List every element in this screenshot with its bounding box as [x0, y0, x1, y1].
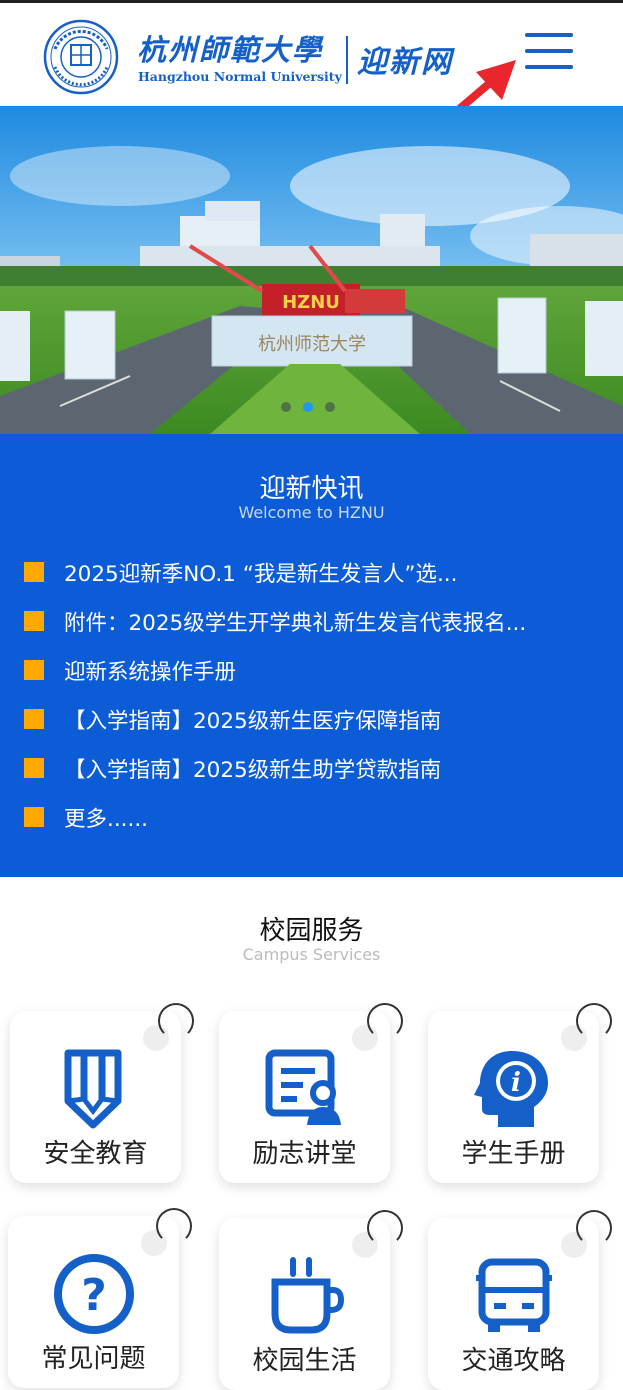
gate-stone-text: 杭州师范大学: [258, 334, 366, 355]
campus-gate-photo: HZNU 杭州师范大学: [0, 106, 623, 434]
bus-icon: [475, 1258, 552, 1332]
news-item[interactable]: 附件：2025级学生开学典礼新生发言代表报名...: [24, 602, 604, 642]
corner-ring-icon: [158, 1003, 194, 1039]
university-seal-logo[interactable]: [43, 19, 119, 95]
news-item[interactable]: 【入学指南】2025级新生医疗保障指南: [24, 700, 604, 740]
service-card-transport[interactable]: 交通攻略: [428, 1210, 612, 1390]
news-item-text[interactable]: 【入学指南】2025级新生医疗保障指南: [64, 704, 441, 735]
news-item[interactable]: 迎新系统操作手册: [24, 651, 604, 691]
news-item-text[interactable]: 附件：2025级学生开学典礼新生发言代表报名...: [64, 606, 526, 637]
service-card-label: 交通攻略: [461, 1346, 566, 1376]
service-card-label: 校园生活: [252, 1346, 357, 1376]
info-head-icon: i: [473, 1051, 548, 1127]
carousel-dot[interactable]: [325, 402, 335, 412]
corner-ring-icon: [156, 1208, 192, 1244]
service-card-campus-life[interactable]: 校园生活: [219, 1210, 403, 1390]
news-item-text[interactable]: 迎新系统操作手册: [64, 655, 236, 686]
news-item[interactable]: 2025迎新季NO.1 “我是新生发言人”选...: [24, 553, 604, 593]
corner-ring-icon: [367, 1003, 403, 1039]
lecture-document-icon: [265, 1049, 341, 1125]
corner-ring-icon: [576, 1210, 612, 1246]
bullet-square-icon: [24, 562, 44, 582]
news-section: 迎新快讯 Welcome to HZNU 2025迎新季NO.1 “我是新生发言…: [0, 434, 623, 877]
news-item-text[interactable]: 2025迎新季NO.1 “我是新生发言人”选...: [64, 557, 457, 588]
service-card-label: 常见问题: [41, 1344, 146, 1374]
service-card-label: 学生手册: [461, 1139, 566, 1169]
news-more-link[interactable]: 更多......: [24, 798, 604, 838]
bullet-square-icon: [24, 611, 44, 631]
bullet-square-icon: [24, 709, 44, 729]
school-name-en: Hangzhou Normal University: [138, 69, 342, 84]
svg-text:i: i: [511, 1068, 521, 1098]
services-subtitle: Campus Services: [242, 945, 381, 964]
hamburger-menu-icon[interactable]: [522, 31, 576, 75]
corner-ring-icon: [576, 1003, 612, 1039]
news-title: 迎新快讯: [259, 474, 364, 504]
service-card-label: 励志讲堂: [252, 1139, 357, 1169]
carousel-dot-active[interactable]: [303, 402, 313, 412]
service-card-handbook[interactable]: i 学生手册: [428, 1003, 612, 1183]
bullet-square-icon: [24, 758, 44, 778]
bullet-square-icon: [24, 660, 44, 680]
question-icon: ?: [53, 1254, 134, 1334]
site-header: 杭州師範大學 Hangzhou Normal University 迎新网: [0, 3, 623, 172]
carousel-indicator[interactable]: [281, 402, 341, 414]
corner-ring-icon: [367, 1210, 403, 1246]
school-name-cn: 杭州師範大學: [137, 33, 324, 67]
logo-divider: [346, 36, 348, 84]
service-card-faq[interactable]: ? 常见问题: [8, 1208, 192, 1388]
service-card-safety[interactable]: 安全教育: [10, 1003, 194, 1183]
bullet-square-icon: [24, 807, 44, 827]
svg-text:?: ?: [81, 1270, 107, 1321]
news-item[interactable]: 【入学指南】2025级新生助学贷款指南: [24, 749, 604, 789]
hero-banner[interactable]: HZNU 杭州师范大学: [0, 106, 623, 434]
gate-sign: HZNU: [282, 292, 340, 313]
coffee-cup-icon: [271, 1257, 344, 1334]
carousel-dot[interactable]: [281, 402, 291, 412]
services-title: 校园服务: [259, 916, 364, 946]
service-card-lecture[interactable]: 励志讲堂: [219, 1003, 403, 1183]
news-item-text[interactable]: 【入学指南】2025级新生助学贷款指南: [64, 753, 441, 784]
news-more-text[interactable]: 更多......: [64, 802, 148, 833]
pencil-shield-icon: [64, 1049, 121, 1129]
service-card-label: 安全教育: [43, 1139, 148, 1169]
news-subtitle: Welcome to HZNU: [238, 503, 385, 522]
